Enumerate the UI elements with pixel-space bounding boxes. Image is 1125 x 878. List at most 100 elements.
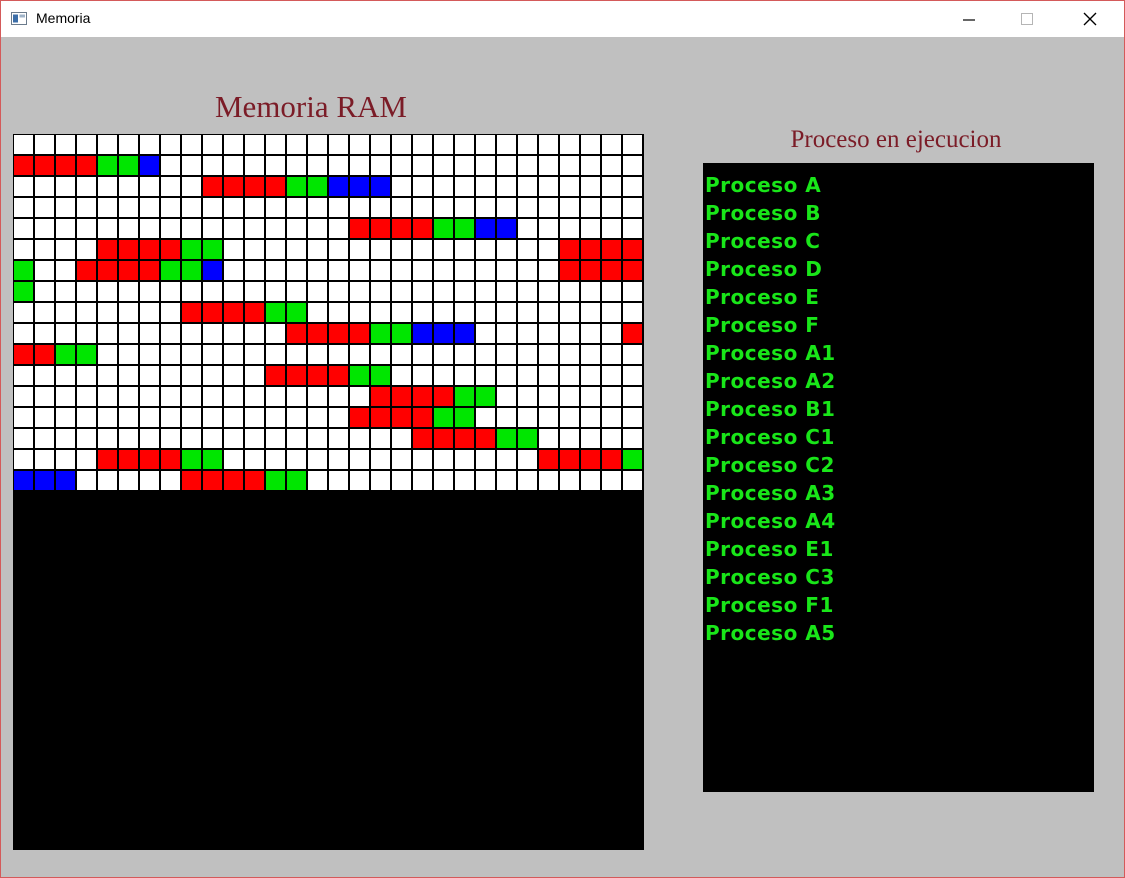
memory-cell xyxy=(119,240,138,259)
memory-cell xyxy=(413,387,432,406)
memory-cell xyxy=(119,450,138,469)
memory-cell xyxy=(497,366,516,385)
memory-cell xyxy=(581,345,600,364)
memory-cell xyxy=(602,135,621,154)
memory-cell xyxy=(602,429,621,448)
memory-cell xyxy=(182,135,201,154)
memory-cell xyxy=(203,135,222,154)
memory-cell xyxy=(371,450,390,469)
memory-cell xyxy=(161,303,180,322)
memory-cell xyxy=(455,429,474,448)
memory-cell xyxy=(35,408,54,427)
memory-cell xyxy=(266,387,285,406)
memory-cell xyxy=(518,156,537,175)
process-item: Proceso E xyxy=(705,285,820,309)
memory-cell xyxy=(623,387,642,406)
memory-cell xyxy=(224,366,243,385)
memory-cell xyxy=(308,282,327,301)
memory-cell xyxy=(329,282,348,301)
memory-cell xyxy=(56,471,75,490)
memory-cell xyxy=(623,198,642,217)
maximize-icon xyxy=(1021,13,1033,25)
memory-cell xyxy=(371,366,390,385)
memory-cell xyxy=(413,450,432,469)
memory-cell xyxy=(455,471,474,490)
memory-cell xyxy=(35,261,54,280)
memory-cell xyxy=(287,240,306,259)
memory-cell xyxy=(497,408,516,427)
minimize-button[interactable] xyxy=(946,1,992,37)
memory-cell xyxy=(119,219,138,238)
memory-cell xyxy=(371,387,390,406)
memory-cell xyxy=(287,261,306,280)
memory-cell xyxy=(77,240,96,259)
memory-cell xyxy=(203,324,222,343)
memory-cell xyxy=(602,324,621,343)
memory-cell xyxy=(182,282,201,301)
memory-cell xyxy=(350,198,369,217)
memory-cell xyxy=(266,303,285,322)
memory-cell xyxy=(182,450,201,469)
memory-cell xyxy=(182,366,201,385)
memory-cell xyxy=(77,408,96,427)
memory-cell xyxy=(434,261,453,280)
memory-cell xyxy=(413,408,432,427)
memory-cell xyxy=(140,471,159,490)
memory-cell xyxy=(287,408,306,427)
memory-cell xyxy=(287,324,306,343)
memory-cell xyxy=(308,366,327,385)
memory-cell xyxy=(119,408,138,427)
memory-cell xyxy=(161,471,180,490)
memory-cell xyxy=(224,156,243,175)
memory-cell xyxy=(392,135,411,154)
memory-cell xyxy=(161,177,180,196)
close-button[interactable] xyxy=(1067,1,1113,37)
memory-cell xyxy=(245,450,264,469)
memory-cell xyxy=(518,240,537,259)
memory-cell xyxy=(119,324,138,343)
memory-cell xyxy=(35,156,54,175)
memory-cell xyxy=(392,429,411,448)
memory-cell xyxy=(203,408,222,427)
memory-cell xyxy=(77,282,96,301)
memory-cell xyxy=(161,387,180,406)
memory-cell xyxy=(518,219,537,238)
memory-cell xyxy=(119,303,138,322)
memory-cell xyxy=(560,219,579,238)
process-item: Proceso A xyxy=(705,173,822,197)
maximize-button[interactable] xyxy=(1004,1,1050,37)
memory-cell xyxy=(98,387,117,406)
memory-cell xyxy=(434,366,453,385)
memory-cell xyxy=(518,387,537,406)
memory-cell xyxy=(245,261,264,280)
memory-cell xyxy=(329,450,348,469)
memory-cell xyxy=(224,198,243,217)
memory-cell xyxy=(77,156,96,175)
memory-cell xyxy=(329,471,348,490)
memory-cell xyxy=(623,408,642,427)
memory-cell xyxy=(203,450,222,469)
memory-cell xyxy=(203,471,222,490)
window-client-area: Memoria RAM Proceso en ejecucion Proceso… xyxy=(1,37,1124,877)
process-item: Proceso A1 xyxy=(705,341,836,365)
memory-cell xyxy=(77,387,96,406)
memory-cell xyxy=(161,240,180,259)
memory-cell xyxy=(518,324,537,343)
title-bar[interactable]: Memoria xyxy=(1,1,1124,37)
memory-cell xyxy=(476,156,495,175)
memory-cell xyxy=(350,135,369,154)
memory-cell xyxy=(140,282,159,301)
memory-cell xyxy=(182,240,201,259)
memory-cell xyxy=(182,156,201,175)
memory-cell xyxy=(266,408,285,427)
memory-cell xyxy=(539,471,558,490)
memory-cell xyxy=(182,177,201,196)
memory-cell xyxy=(497,387,516,406)
memory-cell xyxy=(287,156,306,175)
memory-cell xyxy=(224,408,243,427)
memory-cell xyxy=(581,429,600,448)
memory-cell xyxy=(560,198,579,217)
memory-cell xyxy=(224,261,243,280)
memory-cell xyxy=(245,345,264,364)
memory-cell xyxy=(245,240,264,259)
